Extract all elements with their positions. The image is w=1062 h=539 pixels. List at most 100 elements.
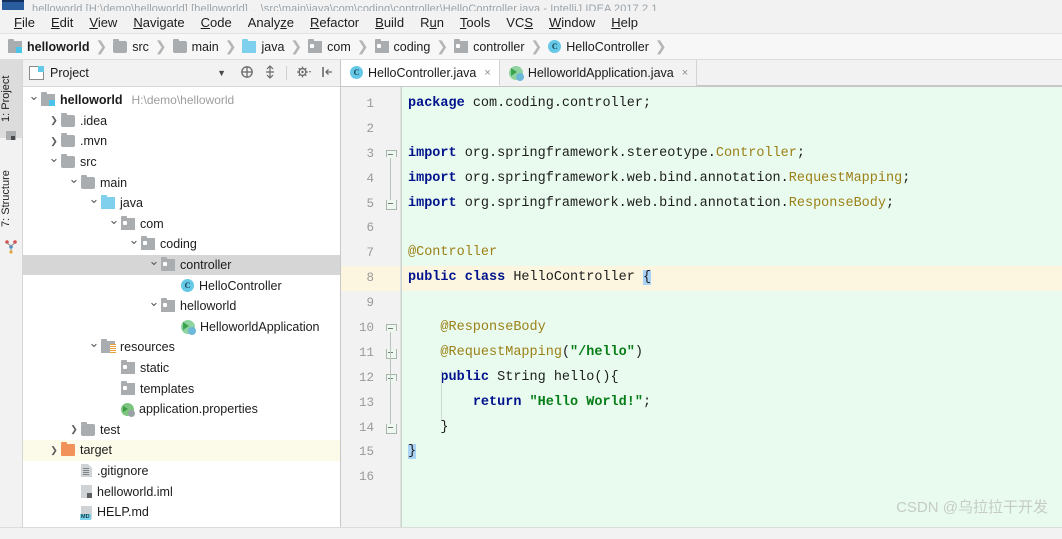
menu-item-file[interactable]: File — [6, 13, 43, 32]
fold-connector-line — [390, 332, 391, 424]
tree-node-controller[interactable]: ⌄ controller — [23, 253, 340, 276]
menu-item-window[interactable]: Window — [541, 13, 603, 32]
tree-node-label: helloworld — [180, 299, 237, 314]
menu-item-tools[interactable]: Tools — [452, 13, 498, 32]
code-token: ) — [634, 344, 643, 360]
fold-row — [383, 465, 400, 490]
tree-node-label: HelloworldApplication — [200, 319, 320, 334]
breadcrumb-item-main[interactable]: main — [172, 38, 219, 54]
breadcrumb-item-java[interactable]: java — [242, 38, 284, 54]
tree-node-test[interactable]: ❯ test — [23, 420, 340, 441]
menu-item-analyze[interactable]: Analyze — [240, 13, 302, 32]
project-small-icon — [5, 130, 17, 142]
menu-item-code[interactable]: Code — [193, 13, 240, 32]
expand-icon[interactable] — [263, 65, 277, 81]
code-token: import — [408, 195, 457, 211]
chevron-down-icon[interactable]: ⌄ — [127, 232, 141, 248]
package-icon — [161, 257, 175, 272]
breadcrumb-item-coding[interactable]: coding — [374, 38, 430, 54]
chevron-down-icon[interactable]: ⌄ — [87, 191, 101, 207]
chevron-down-icon[interactable]: ⌄ — [67, 171, 81, 187]
chevron-down-icon[interactable]: ▼ — [217, 68, 226, 78]
tree-node-helloworld[interactable]: ⌄ helloworld H:\demo\helloworld — [23, 88, 340, 111]
fold-end-icon[interactable] — [386, 348, 397, 359]
menu-mnemonic: W — [549, 14, 562, 30]
tree-node-src[interactable]: ⌄ src — [23, 150, 340, 173]
chevron-right-icon[interactable]: ❯ — [47, 445, 61, 456]
tree-node-target[interactable]: ❯ target — [23, 440, 340, 461]
gear-icon[interactable] — [296, 65, 312, 81]
menu-item-refactor[interactable]: Refactor — [302, 13, 367, 32]
tree-node-com[interactable]: ⌄ com — [23, 212, 340, 235]
tree-node-help-md[interactable]: MD HELP.md — [23, 502, 340, 523]
editor-tab-helloworldapplication-java[interactable]: HelloworldApplication.java × — [499, 60, 698, 86]
project-tree[interactable]: ⌄ helloworld H:\demo\helloworld ❯ .idea ❯ .mvn… — [23, 87, 340, 527]
tree-node-helloworldapplication[interactable]: HelloworldApplication — [23, 317, 340, 338]
tree-node--mvn[interactable]: ❯ .mvn — [23, 131, 340, 152]
menu-item-edit[interactable]: Edit — [43, 13, 81, 32]
menu-item-help[interactable]: Help — [603, 13, 646, 32]
chevron-right-icon[interactable]: ❯ — [47, 136, 61, 147]
tree-node-java[interactable]: ⌄ java — [23, 191, 340, 214]
breadcrumb-item-src[interactable]: src — [113, 38, 149, 54]
code-folding-gutter[interactable] — [383, 87, 401, 527]
tree-node--idea[interactable]: ❯ .idea — [23, 111, 340, 132]
chevron-right-icon[interactable]: ❯ — [67, 424, 81, 435]
chevron-down-icon[interactable]: ⌄ — [47, 150, 61, 166]
code-editor[interactable]: 12345678C910111213141516 package com.cod… — [341, 87, 1062, 527]
menu-item-run[interactable]: Run — [412, 13, 452, 32]
tree-node-helloworld-iml[interactable]: helloworld.iml — [23, 481, 340, 502]
tree-node-label: resources — [120, 340, 175, 355]
line-number: 10 — [358, 321, 374, 336]
tree-node-helloworld[interactable]: ⌄ helloworld — [23, 294, 340, 317]
tree-node-application-properties[interactable]: application.properties — [23, 399, 340, 420]
menu-item-navigate[interactable]: Navigate — [125, 13, 192, 32]
menu-item-build[interactable]: Build — [367, 13, 412, 32]
tree-node-main[interactable]: ⌄ main — [23, 171, 340, 193]
breadcrumb-item-helloworld[interactable]: helloworld — [8, 38, 90, 54]
menu-mnemonic: N — [133, 14, 143, 30]
breadcrumb: helloworld ❯ src ❯ main ❯ java ❯ com ❯ coding ❯ cont… — [0, 34, 1062, 60]
code-token: @RequestMapping — [408, 344, 562, 360]
line-number: 6 — [366, 221, 374, 236]
collapse-all-icon[interactable] — [240, 65, 254, 81]
line-number: 15 — [358, 445, 374, 460]
sidebar-item-project[interactable]: 1: Project — [0, 60, 22, 138]
tree-node--gitignore[interactable]: .gitignore — [23, 461, 340, 482]
chevron-down-icon[interactable]: ⌄ — [147, 294, 161, 310]
menu-item-vcs[interactable]: VCS — [498, 13, 541, 32]
line-number: 1 — [366, 97, 374, 111]
editor-tab-label: HelloController.java — [368, 65, 477, 80]
code-content[interactable]: package com.coding.controller; import or… — [401, 87, 1062, 527]
sidebar-item-structure[interactable]: 7: Structure — [0, 152, 22, 246]
fold-collapse-icon[interactable] — [386, 149, 397, 157]
breadcrumb-item-hellocontroller[interactable]: C HelloController — [548, 40, 649, 54]
fold-collapse-icon[interactable] — [386, 373, 397, 381]
editor-tab-hellocontroller-java[interactable]: C HelloController.java × — [341, 60, 500, 86]
code-line: @RequestMapping("/hello") — [402, 341, 1062, 366]
tree-node-static[interactable]: static — [23, 358, 340, 379]
tree-node-templates[interactable]: templates — [23, 378, 340, 399]
close-icon[interactable]: × — [484, 67, 490, 79]
tree-node-coding[interactable]: ⌄ coding — [23, 232, 340, 255]
breadcrumb-item-com[interactable]: com — [308, 38, 351, 54]
breadcrumb-label: src — [132, 39, 149, 54]
fold-end-icon[interactable] — [386, 423, 397, 434]
chevron-down-icon[interactable]: ⌄ — [87, 335, 101, 351]
menu-item-view[interactable]: View — [81, 13, 125, 32]
fold-row — [383, 291, 400, 316]
breadcrumb-item-controller[interactable]: controller — [454, 38, 525, 54]
fold-end-icon[interactable] — [386, 199, 397, 210]
tree-node-hellocontroller[interactable]: C HelloController — [23, 275, 340, 296]
fold-row — [383, 167, 400, 192]
tree-node-resources[interactable]: ⌄ resources — [23, 335, 340, 358]
close-icon[interactable]: × — [682, 67, 688, 79]
project-panel-header: Project ▼ — [23, 60, 340, 87]
chevron-down-icon[interactable]: ⌄ — [147, 253, 161, 269]
fold-collapse-icon[interactable] — [386, 324, 397, 332]
chevron-down-icon[interactable]: ⌄ — [107, 212, 121, 228]
chevron-right-icon[interactable]: ❯ — [47, 115, 61, 126]
chevron-down-icon[interactable]: ⌄ — [27, 88, 41, 104]
project-tool-window: Project ▼ ⌄ helloworld H:\demo\helloworl… — [23, 60, 341, 527]
hide-icon[interactable] — [321, 65, 334, 81]
